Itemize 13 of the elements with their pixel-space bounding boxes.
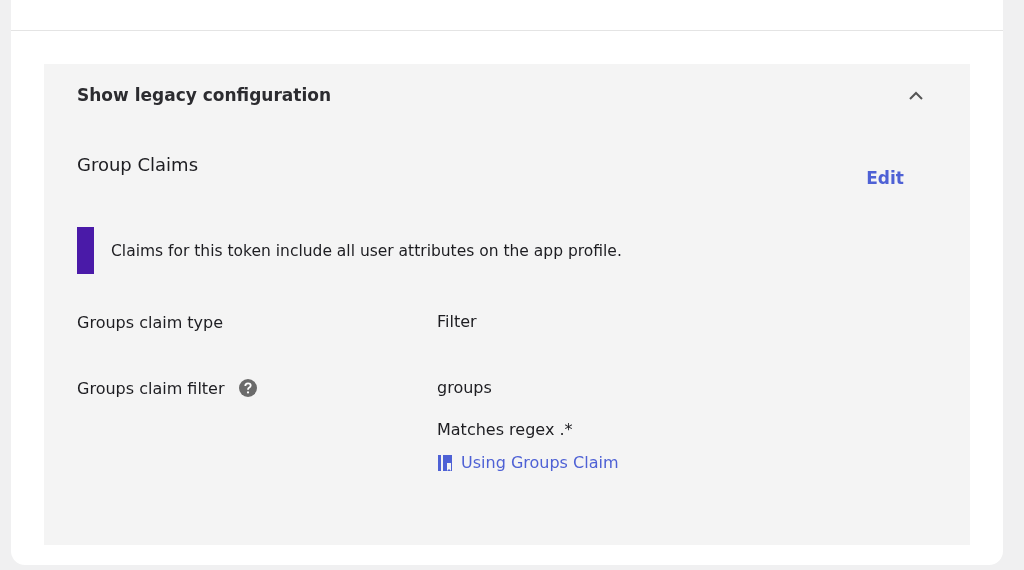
- help-icon[interactable]: [238, 379, 257, 397]
- section-title: Group Claims: [77, 154, 199, 177]
- field-value: Matches regex .*: [437, 419, 574, 441]
- notice-text: Claims for this token include all user attributes on the app profile.: [111, 241, 622, 260]
- panel-title: Show legacy configuration: [77, 85, 332, 105]
- book-icon: [437, 454, 453, 472]
- edit-button[interactable]: Edit: [866, 168, 904, 188]
- field-value: groups: [437, 377, 493, 399]
- docs-link[interactable]: Using Groups Claim: [437, 452, 904, 474]
- field-label: Groups claim filter: [77, 378, 225, 398]
- field-label: Groups claim type: [77, 312, 224, 332]
- field-value: Filter: [437, 311, 478, 333]
- chevron-icon[interactable]: [907, 89, 925, 101]
